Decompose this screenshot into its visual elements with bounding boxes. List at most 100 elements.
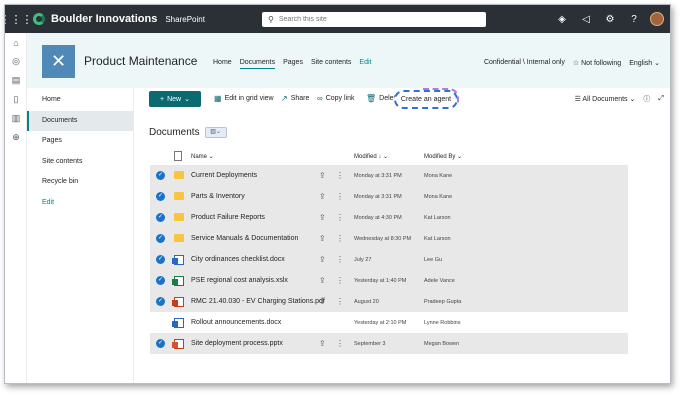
library-view-icon[interactable]: ▥⌄ [204,127,227,138]
share-button[interactable]: ↗ Share [281,94,309,103]
megaphone-icon[interactable]: ◁ [574,14,598,25]
leftnav-item-home[interactable]: Home [27,90,133,110]
share-icon[interactable]: ⇪ [319,276,326,285]
checkmark-icon[interactable]: ✓ [156,297,165,306]
create-icon[interactable]: ⊕ [5,128,27,147]
site-logo-icon[interactable]: ✕ [42,45,75,78]
modified-by: Lynne Robbins [424,319,461,326]
more-options-icon[interactable]: ⋮ [336,297,344,306]
column-header-modified-by[interactable]: Modified By ⌄ [424,153,462,160]
waffle-icon[interactable]: ⋮⋮⋮ [5,5,33,33]
checkmark-icon[interactable]: ✓ [156,171,165,180]
modified-date: Monday at 3:31 PM [354,172,402,179]
leftnav-item-pages[interactable]: Pages [27,131,133,151]
globe-icon[interactable]: ◎ [5,52,27,71]
file-name[interactable]: Service Manuals & Documentation [191,235,298,242]
file-name[interactable]: Current Deployments [191,172,257,179]
file-name[interactable]: RMC 21.40.030 - EV Charging Stations.pdf [191,298,325,305]
docx-file-icon [172,254,184,265]
more-options-icon[interactable]: ⋮ [336,171,344,180]
library-title-text[interactable]: Documents [149,127,200,138]
expand-icon[interactable]: ⤢ [658,95,664,103]
checkmark-icon[interactable]: ✓ [156,339,165,348]
file-name[interactable]: City ordinances checklist.docx [191,256,285,263]
site-nav-home[interactable]: Home [213,59,232,69]
site-nav-site-contents[interactable]: Site contents [311,59,351,69]
follow-button[interactable]: ☆ Not following [573,59,621,67]
avatar[interactable] [650,12,664,26]
copilot-icon[interactable]: ◈ [550,14,574,25]
create-agent-button[interactable]: Create an agent [394,88,459,109]
search-box[interactable]: ⚲ [262,12,486,27]
table-row[interactable]: ✓ Service Manuals & Documentation ⇪ ⋮ Wednes… [150,228,628,249]
table-row[interactable]: ✓ Site deployment process.pptx ⇪ ⋮ September… [150,333,628,354]
home-icon[interactable]: ⌂ [5,33,27,52]
checkmark-icon[interactable]: ✓ [156,213,165,222]
org-name[interactable]: Boulder Innovations [51,13,157,25]
table-row[interactable]: ✓ RMC 21.40.030 - EV Charging Stations.pd… [150,291,628,312]
language-selector[interactable]: English ⌄ [629,59,660,67]
site-title[interactable]: Product Maintenance [84,54,197,68]
view-selector[interactable]: ☰ All Documents ⌄ [575,95,636,103]
column-header-modified[interactable]: Modified ↓ ⌄ [354,153,388,160]
column-header-name[interactable]: Name ⌄ [191,153,214,160]
left-nav: Home Documents Pages Site contents Recyc… [27,88,134,383]
share-icon[interactable]: ⇪ [319,171,326,180]
site-nav: Home Documents Pages Site contents Edit [213,59,371,69]
site-nav-documents[interactable]: Documents [239,59,276,69]
file-name[interactable]: Product Failure Reports [191,214,265,221]
classification-label: Confidential \ Internal only [483,59,565,66]
copy-link-button[interactable]: ∞ Copy link [317,94,355,103]
checkmark-icon[interactable]: ✓ [156,192,165,201]
search-input[interactable] [278,16,459,23]
settings-icon[interactable]: ⚙ [598,14,622,25]
file-type-header-icon[interactable] [174,151,182,161]
table-row[interactable]: ✓ PSE regional cost analysis.xslx ⇪ ⋮ Yester… [150,270,628,291]
more-options-icon[interactable]: ⋮ [336,339,344,348]
more-options-icon[interactable]: ⋮ [336,234,344,243]
leftnav-item-edit[interactable]: Edit [27,193,133,213]
new-button[interactable]: + New ⌄ [149,91,201,107]
share-icon[interactable]: ⇪ [319,255,326,264]
table-row[interactable]: ✓ Product Failure Reports ⇪ ⋮ Monday at 4:30… [150,207,628,228]
table-row[interactable]: ✓ Current Deployments ⇪ ⋮ Monday at 3:31 PM M… [150,165,628,186]
chevron-down-icon: ⌄ [184,96,190,103]
more-options-icon[interactable]: ⋮ [336,255,344,264]
app-name[interactable]: SharePoint [165,15,205,24]
share-icon[interactable]: ⇪ [319,234,326,243]
site-nav-edit[interactable]: Edit [359,59,371,69]
file-name[interactable]: Parts & Inventory [191,193,245,200]
news-icon[interactable]: ▤ [5,71,27,90]
checkmark-icon[interactable]: ✓ [156,234,165,243]
site-nav-pages[interactable]: Pages [283,59,303,69]
leftnav-item-documents[interactable]: Documents [27,110,133,131]
share-icon[interactable]: ⇪ [319,192,326,201]
share-icon: ↗ [281,94,288,103]
file-name[interactable]: Site deployment process.pptx [191,340,283,347]
modified-by: Pradeep Gupta [424,298,462,305]
info-icon[interactable]: ⓘ [643,94,650,104]
help-icon[interactable]: ? [622,14,646,25]
checkmark-icon[interactable]: ✓ [156,255,165,264]
leftnav-item-recycle-bin[interactable]: Recycle bin [27,172,133,192]
table-row[interactable]: ✓ Parts & Inventory ⇪ ⋮ Monday at 3:31 PM Mon… [150,186,628,207]
share-icon[interactable]: ⇪ [319,297,326,306]
lists-icon[interactable]: ▥ [5,109,27,128]
edit-grid-button[interactable]: ▦ Edit in grid view [214,94,274,103]
table-row[interactable]: Rollout announcements.docx Yesterday at 2… [150,312,628,333]
folder-icon [174,213,184,221]
file-icon[interactable]: ▯ [5,90,27,109]
more-options-icon[interactable]: ⋮ [336,213,344,222]
modified-date: Yesterday at 1:40 PM [354,277,407,284]
checkmark-icon[interactable]: ✓ [156,276,165,285]
share-icon[interactable]: ⇪ [319,213,326,222]
view-icon: ☰ [574,96,581,103]
more-options-icon[interactable]: ⋮ [336,192,344,201]
column-modified-label: Modified [354,153,377,160]
file-name[interactable]: PSE regional cost analysis.xslx [191,277,288,284]
share-icon[interactable]: ⇪ [319,339,326,348]
file-name[interactable]: Rollout announcements.docx [191,319,281,326]
table-row[interactable]: ✓ City ordinances checklist.docx ⇪ ⋮ July 27… [150,249,628,270]
more-options-icon[interactable]: ⋮ [336,276,344,285]
leftnav-item-site-contents[interactable]: Site contents [27,152,133,172]
